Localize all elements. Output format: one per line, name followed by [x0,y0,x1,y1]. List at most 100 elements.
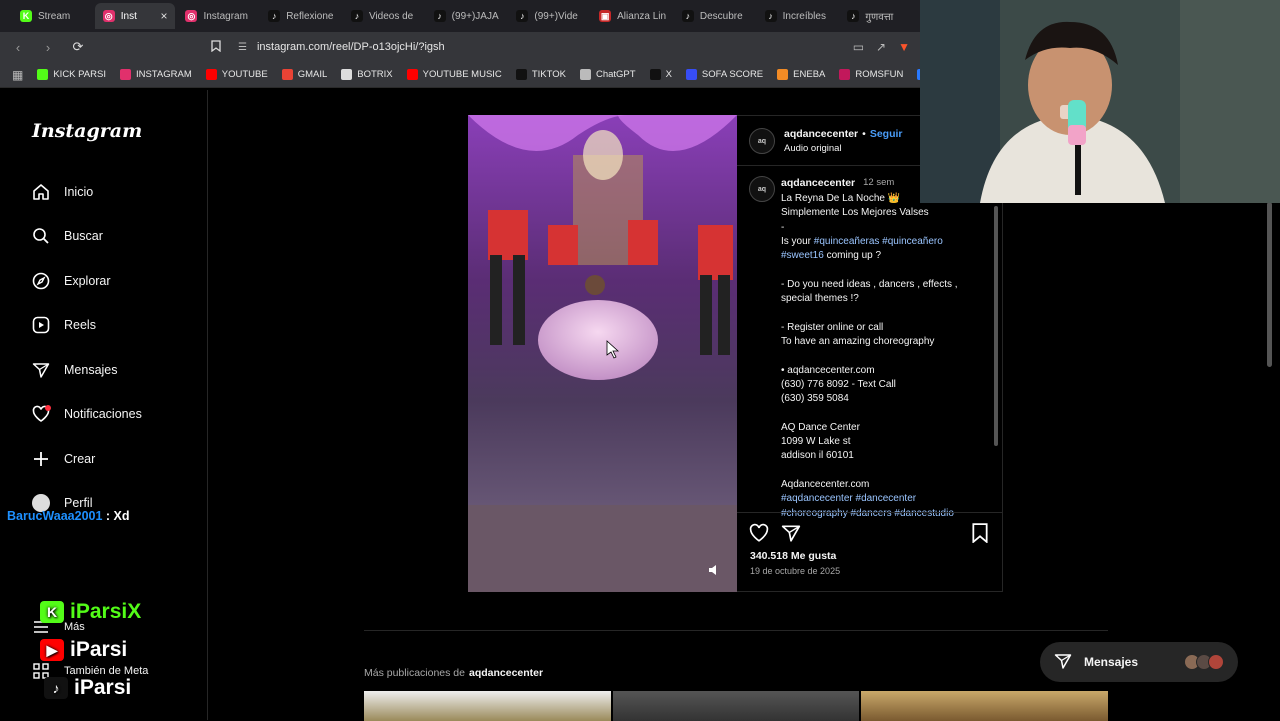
bookmark-item[interactable]: X [649,69,672,80]
more-post-thumbnail[interactable] [612,691,860,721]
url-text[interactable]: instagram.com/reel/DP-o13ojcHi/?igsh [257,41,445,53]
caption-line: Is your #quinceañeras #quinceañero [781,235,986,249]
caption-scrollbar[interactable] [994,206,998,446]
bookmark-item[interactable]: INSTAGRAM [119,69,192,80]
brave-shield-icon[interactable]: ▼ [898,40,910,54]
bookmark-item[interactable]: KICK PARSI [37,69,106,80]
bookmark-item[interactable]: ChatGPT [579,69,636,80]
close-tab-icon[interactable]: × [160,9,167,23]
caption-line: AQ Dance Center [781,421,986,435]
tiktok-icon: ♪ [681,10,694,22]
bookmark-icon[interactable] [208,39,224,55]
tiktok-icon: ♪ [433,10,446,22]
share-icon[interactable] [781,523,801,548]
browser-tab[interactable]: ♪ (99+)Vide [508,3,589,29]
bookmark-label: SOFA SCORE [701,69,764,80]
bookmark-favicon-icon [777,69,789,80]
more-post-thumbnail[interactable] [364,691,611,721]
sidebar-item-crear[interactable]: Crear [32,450,95,468]
hashtag-link[interactable]: #quinceañeras #quinceañero [814,236,943,247]
stream-handle-label: iParsi [74,676,132,699]
caption-line-text: Simplemente Los Mejores Valses [781,207,929,219]
bookmark-label: ENEBA [793,69,826,80]
bookmark-item[interactable]: YOUTUBE MUSIC [406,69,502,80]
page-scrollbar[interactable] [1267,202,1272,367]
sidebar-item-reels[interactable]: Reels [32,316,96,334]
browser-tab[interactable]: K Stream [12,3,93,29]
sidebar-item-explorar[interactable]: Explorar [32,272,111,290]
caption-line-text: AQ Dance Center [781,421,860,433]
author-username[interactable]: aqdancecenter [784,128,858,140]
bookmark-label: ChatGPT [595,69,636,80]
bookmark-item[interactable]: ROMSFUN [839,69,903,80]
browser-tab[interactable]: ♪ Reflexione [260,3,341,29]
caption-line-text: Aqdancecenter.com [781,478,870,490]
tiktok-icon: ♪ [350,10,363,22]
messages-floating-button[interactable]: Mensajes [1040,642,1238,682]
more-posts-section: Más publicaciones de aqdancecenter [364,630,1109,721]
caption-username[interactable]: aqdancecenter [781,177,855,189]
browser-tab[interactable]: ♪ Descubre [674,3,755,29]
bookmark-item[interactable]: YOUTUBE [205,69,268,80]
bookmark-item[interactable]: ENEBA [777,69,825,80]
caption-avatar[interactable]: aq [749,176,775,202]
bookmark-favicon-icon [839,69,851,80]
hashtag-link[interactable]: #sweet16 [781,250,824,261]
like-heart-icon[interactable] [749,523,769,548]
share-icon[interactable]: ↗ [876,40,886,54]
video-frame [468,115,737,592]
apps-grid-icon[interactable]: ▦ [12,68,23,82]
browser-tab[interactable]: ♪ Increíbles [757,3,838,29]
forward-icon[interactable]: › [40,40,56,55]
stream-handle-label: iParsiX [70,600,142,623]
tiktok-icon: ♪ [268,10,281,22]
reload-icon[interactable]: ⟳ [70,39,86,55]
bookmark-favicon-icon [515,69,527,80]
kick-icon: K [40,601,64,623]
likes-count[interactable]: 340.518 Me gusta [750,550,836,562]
sidebar-item-label: Explorar [64,274,111,288]
caption-line [781,349,986,363]
bookmark-item[interactable]: TIKTOK [515,69,566,80]
reel-video[interactable] [468,115,737,592]
sidebar-item-buscar[interactable]: Buscar [32,227,103,245]
tiktok-icon: ♪ [516,10,529,22]
more-post-thumbnail[interactable] [861,691,1109,721]
author-avatar[interactable]: aq [749,128,775,154]
flag-icon: ▣ [599,10,612,22]
audio-label[interactable]: Audio original [784,143,842,154]
sidebar-item-mensajes[interactable]: Mensajes [32,361,118,379]
bookmark-label: INSTAGRAM [135,69,192,80]
browser-tab[interactable]: ▣ Alianza Lin [591,3,672,29]
browser-tab[interactable]: ♪ Videos de [343,3,424,29]
browser-tab[interactable]: ♪ गुणवत्ता [839,3,920,29]
follow-button[interactable]: Seguir [870,128,903,140]
bookmark-item[interactable]: BOTRIX [341,69,393,80]
browser-tab[interactable]: ◎ Instagram [177,3,258,29]
bookmark-label: KICK PARSI [53,69,106,80]
bookmark-favicon-icon [649,69,661,80]
back-icon[interactable]: ‹ [10,40,26,55]
more-posts-username[interactable]: aqdancecenter [469,667,543,679]
bookmark-label: ROMSFUN [855,69,904,80]
tab-label: Instagram [203,10,248,22]
instagram-logo[interactable]: Instagram [32,120,142,142]
plus-icon [32,450,50,468]
caption-line [781,306,986,320]
site-info-icon[interactable]: ☰ [238,42,247,53]
cast-icon[interactable]: ▭ [853,40,864,54]
save-bookmark-icon[interactable] [971,523,989,548]
address-bar[interactable]: ☰ instagram.com/reel/DP-o13ojcHi/?igsh [238,41,839,53]
caption-line-text: - Register online or call [781,321,884,333]
bookmark-item[interactable]: SOFA SCORE [685,69,764,80]
browser-tab-bar: K Stream ◎ Inst × ◎ Instagram ♪ Reflexione ♪ Video… [0,0,920,32]
sidebar-item-notificaciones[interactable]: Notificaciones [32,405,142,423]
sidebar-item-inicio[interactable]: Inicio [32,183,93,201]
caption-line-text: 1099 W Lake st [781,436,851,448]
hashtag-link[interactable]: #aqdancecenter #dancecenter [781,493,916,504]
caption-line: • aqdancecenter.com [781,364,986,378]
browser-tab[interactable]: ◎ Inst × [94,3,176,29]
tab-label: Increíbles [782,10,826,22]
bookmark-item[interactable]: GMAIL [281,69,327,80]
browser-tab[interactable]: ♪ (99+)JAJA [426,3,507,29]
